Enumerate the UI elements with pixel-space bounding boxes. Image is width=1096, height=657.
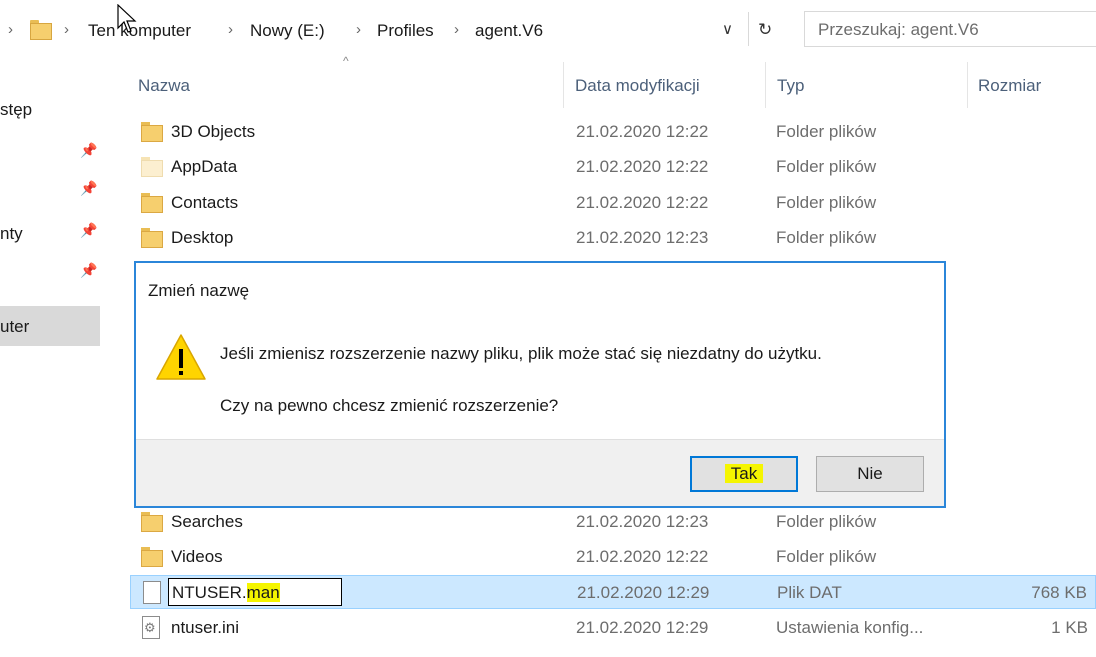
dialog-title: Zmień nazwę <box>148 281 250 300</box>
breadcrumb-separator-icon: › <box>64 21 69 38</box>
folder-icon <box>141 512 163 532</box>
file-name: Contacts <box>171 193 239 212</box>
column-header-type[interactable]: Typ <box>777 76 804 96</box>
file-date: 21.02.2020 12:22 <box>576 547 709 566</box>
file-size: 768 KB <box>1031 583 1087 602</box>
settings-file-icon <box>142 616 160 639</box>
breadcrumb-chevron-icon: › <box>8 21 13 38</box>
list-item[interactable]: Videos 21.02.2020 12:22 Folder plików <box>130 540 1096 574</box>
file-date: 21.02.2020 12:23 <box>576 512 709 531</box>
list-item[interactable]: Contacts 21.02.2020 12:22 Folder plików <box>130 186 1096 220</box>
column-divider[interactable] <box>563 62 564 108</box>
rename-input[interactable]: NTUSER.man <box>168 578 342 606</box>
hidden-folder-icon <box>141 157 163 177</box>
file-date: 21.02.2020 12:22 <box>576 193 709 212</box>
list-item[interactable]: 3D Objects 21.02.2020 12:22 Folder plikó… <box>130 115 1096 149</box>
sidebar-item-quick-access[interactable]: stęp <box>0 100 32 120</box>
folder-icon <box>141 193 163 213</box>
yes-button-label: Tak <box>724 464 764 483</box>
file-icon <box>143 581 161 604</box>
folder-icon <box>141 228 163 248</box>
file-date: 21.02.2020 12:22 <box>576 122 709 141</box>
file-type: Folder plików <box>776 228 877 247</box>
dialog-question: Czy na pewno chcesz zmienić rozszerzenie… <box>220 396 559 415</box>
sidebar-item-documents[interactable]: nty <box>0 224 23 244</box>
column-header-name[interactable]: Nazwa <box>138 76 190 96</box>
no-button[interactable]: Nie <box>816 456 924 492</box>
folder-icon <box>141 547 163 567</box>
sidebar-item-this-pc[interactable]: uter <box>0 317 29 337</box>
file-type: Plik DAT <box>777 583 842 602</box>
yes-button[interactable]: Tak <box>690 456 798 492</box>
column-header-size[interactable]: Rozmiar <box>978 76 1041 96</box>
folder-icon <box>141 122 163 142</box>
column-divider[interactable] <box>765 62 766 108</box>
rename-extension-text: man <box>246 583 280 602</box>
list-item-selected[interactable]: NTUSER.man 21.02.2020 12:29 Plik DAT 768… <box>130 575 1096 609</box>
pin-icon: 📌 <box>80 222 98 238</box>
refresh-icon[interactable]: ↻ <box>758 20 772 40</box>
rename-base-text: NTUSER. <box>172 583 247 602</box>
pin-icon: 📌 <box>80 262 98 278</box>
file-name: ntuser.ini <box>171 618 240 637</box>
file-date: 21.02.2020 12:29 <box>577 583 710 602</box>
file-name: 3D Objects <box>171 122 256 141</box>
file-type: Folder plików <box>776 157 877 176</box>
list-item[interactable]: Desktop 21.02.2020 12:23 Folder plików <box>130 221 1096 255</box>
no-button-label: Nie <box>857 464 883 483</box>
file-type: Folder plików <box>776 547 877 566</box>
column-divider[interactable] <box>967 62 968 108</box>
file-date: 21.02.2020 12:22 <box>576 157 709 176</box>
breadcrumb-current-folder[interactable]: agent.V6 <box>475 21 543 41</box>
breadcrumb-drive[interactable]: Nowy (E:) <box>250 21 325 41</box>
file-type: Folder plików <box>776 512 877 531</box>
file-date: 21.02.2020 12:29 <box>576 618 709 637</box>
address-dropdown-icon[interactable]: ∨ <box>722 20 733 38</box>
search-placeholder: Przeszukaj: agent.V6 <box>818 20 979 39</box>
dialog-message: Jeśli zmienisz rozszerzenie nazwy pliku,… <box>220 344 822 363</box>
file-name: Desktop <box>171 228 234 247</box>
search-input[interactable]: Przeszukaj: agent.V6 <box>804 11 1096 47</box>
file-type: Ustawienia konfig... <box>776 618 924 637</box>
address-separator <box>748 12 749 46</box>
breadcrumb-profiles[interactable]: Profiles <box>377 21 434 41</box>
breadcrumb-this-pc[interactable]: Ten komputer <box>88 21 191 41</box>
folder-icon <box>30 20 52 40</box>
file-name: Videos <box>171 547 223 566</box>
list-item[interactable]: Searches 21.02.2020 12:23 Folder plików <box>130 505 1096 539</box>
rename-confirm-dialog: Zmień nazwę Jeśli zmienisz rozszerzenie … <box>134 261 946 508</box>
mouse-cursor-icon <box>117 4 137 33</box>
file-type: Folder plików <box>776 193 877 212</box>
warning-icon <box>156 334 206 380</box>
list-item[interactable]: ntuser.ini 21.02.2020 12:29 Ustawienia k… <box>130 611 1096 645</box>
column-header-date[interactable]: Data modyfikacji <box>575 76 700 96</box>
file-name: AppData <box>171 157 238 176</box>
sort-ascending-icon: ^ <box>343 54 349 68</box>
file-date: 21.02.2020 12:23 <box>576 228 709 247</box>
pin-icon: 📌 <box>80 142 98 158</box>
breadcrumb-separator-icon: › <box>228 21 233 38</box>
pin-icon: 📌 <box>80 180 98 196</box>
dialog-footer: Tak Nie <box>136 439 944 506</box>
file-size: 1 KB <box>1051 618 1088 637</box>
breadcrumb-separator-icon: › <box>454 21 459 38</box>
list-item[interactable]: AppData 21.02.2020 12:22 Folder plików <box>130 150 1096 184</box>
file-name: Searches <box>171 512 243 531</box>
file-type: Folder plików <box>776 122 877 141</box>
breadcrumb-separator-icon: › <box>356 21 361 38</box>
